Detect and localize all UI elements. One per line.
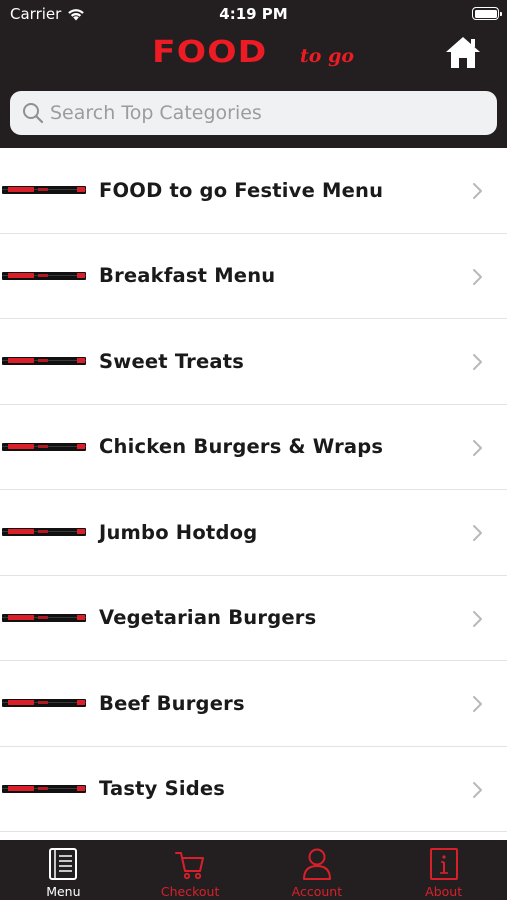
- chevron-right-icon: [473, 696, 482, 712]
- category-thumbnail: [2, 699, 86, 707]
- search-input[interactable]: [50, 93, 490, 133]
- category-row[interactable]: Tasty Sides: [0, 747, 507, 832]
- category-row[interactable]: Chicken Burgers & Wraps: [0, 405, 507, 490]
- chevron-right-icon: [473, 268, 482, 285]
- search-icon: [23, 103, 44, 124]
- home-button[interactable]: [444, 34, 482, 70]
- category-thumbnail: [2, 357, 86, 365]
- tab-about-label: About: [425, 884, 463, 899]
- category-thumbnail: [2, 271, 86, 280]
- logo-main-text: FOOD: [152, 35, 268, 70]
- chevron-right-icon: [473, 525, 482, 541]
- category-thumbnail: [2, 613, 86, 622]
- tab-about[interactable]: About: [380, 840, 507, 900]
- category-label: Beef Burgers: [99, 691, 245, 715]
- category-thumbnail: [2, 784, 86, 793]
- chevron-right-icon: [473, 781, 482, 798]
- category-thumbnail: [2, 528, 86, 536]
- search-bar[interactable]: [10, 91, 497, 135]
- nav-bar: FOOD to go: [0, 28, 507, 84]
- menu-book-icon: [49, 848, 78, 880]
- category-row[interactable]: Sweet Treats: [0, 319, 507, 405]
- chevron-right-icon: [473, 439, 482, 456]
- chevron-right-icon: [473, 610, 482, 627]
- category-thumbnail: [2, 442, 86, 451]
- category-row[interactable]: Vegetarian Burgers: [0, 576, 507, 661]
- tab-menu[interactable]: Menu: [0, 840, 127, 900]
- category-row[interactable]: Jumbo Hotdog: [0, 490, 507, 576]
- category-list: FOOD to go Festive Menu Breakfast Menu S…: [0, 148, 507, 840]
- battery-icon: [472, 7, 502, 20]
- app-logo: FOOD to go: [152, 35, 354, 70]
- category-label: Sweet Treats: [99, 349, 245, 373]
- category-row[interactable]: Breakfast Menu: [0, 234, 507, 319]
- status-bar: Carrier 4:19 PM: [0, 0, 507, 28]
- tab-account-label: Account: [291, 884, 343, 899]
- tab-bar: Menu Checkout Account About: [0, 840, 507, 900]
- category-label: Breakfast Menu: [99, 264, 276, 288]
- category-row[interactable]: FOOD to go Festive Menu: [0, 148, 507, 234]
- category-label: Chicken Burgers & Wraps: [99, 435, 384, 459]
- category-label: Jumbo Hotdog: [99, 520, 258, 544]
- cart-icon: [175, 852, 205, 880]
- home-icon: [446, 37, 480, 68]
- tab-account[interactable]: Account: [254, 840, 381, 900]
- header: Carrier 4:19 PM FOOD to go: [0, 0, 507, 148]
- category-label: Tasty Sides: [99, 777, 226, 801]
- category-thumbnail: [2, 186, 86, 194]
- category-label: Vegetarian Burgers: [99, 606, 317, 630]
- tab-checkout-label: Checkout: [160, 884, 220, 899]
- category-row[interactable]: Beef Burgers: [0, 661, 507, 747]
- chevron-right-icon: [473, 183, 482, 199]
- tab-checkout[interactable]: Checkout: [127, 840, 254, 900]
- chevron-right-icon: [473, 354, 482, 370]
- info-icon: [429, 848, 458, 880]
- category-label: FOOD to go Festive Menu: [99, 178, 384, 202]
- status-time: 4:19 PM: [219, 5, 288, 23]
- tab-menu-label: Menu: [46, 884, 81, 899]
- person-icon: [302, 848, 331, 880]
